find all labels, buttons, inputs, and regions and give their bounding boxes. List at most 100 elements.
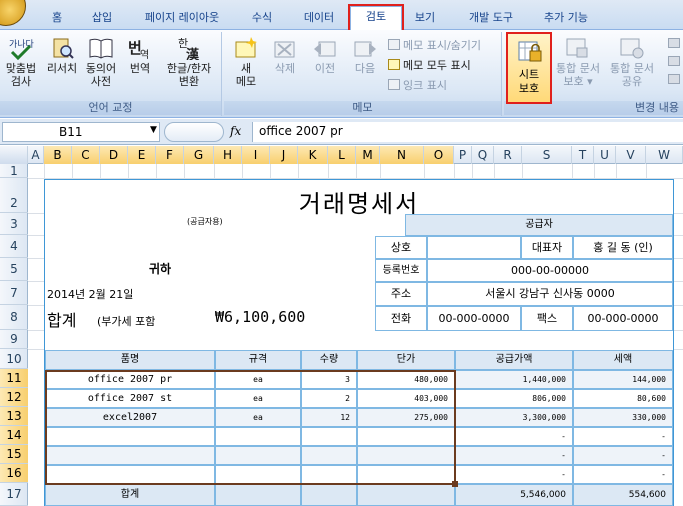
item-price[interactable]: 403,000 [357, 389, 455, 408]
new-comment-button[interactable]: 새 메모 [228, 36, 264, 88]
item-qty[interactable]: 2 [301, 389, 357, 408]
item-price[interactable]: 480,000 [357, 370, 455, 389]
supplier-fax[interactable]: 00-000-0000 [573, 306, 673, 331]
name-box[interactable]: B11 [2, 122, 160, 142]
show-hide-comment-button[interactable]: 메모 표시/숨기기 [388, 38, 481, 53]
col-header-q[interactable]: Q [472, 146, 494, 164]
spelling-button[interactable]: 가나다 맞춤법 검사 [2, 36, 40, 88]
show-ink-button[interactable]: 잉크 표시 [388, 78, 447, 93]
item-spec[interactable] [215, 465, 301, 484]
item-tax[interactable]: - [573, 427, 673, 446]
grand-total-amount[interactable]: ₩6,100,600 [215, 308, 305, 326]
item-qty[interactable]: 3 [301, 370, 357, 389]
translate-button[interactable]: 번역 번역 [120, 36, 160, 75]
fill-handle[interactable] [452, 481, 458, 487]
col-header-s[interactable]: S [522, 146, 572, 164]
tab-home[interactable]: 홈 [44, 8, 70, 30]
insert-function-icon[interactable]: fx [230, 124, 241, 138]
row-header-14[interactable]: 14 [0, 426, 28, 445]
tab-page-layout[interactable]: 페이지 레이아웃 [134, 8, 230, 30]
thesaurus-button[interactable]: 동의어 사전 [82, 36, 120, 88]
row-header-12[interactable]: 12 [0, 388, 28, 407]
item-spec[interactable]: ea [215, 389, 301, 408]
item-tax[interactable]: 144,000 [573, 370, 673, 389]
row-header-17[interactable]: 17 [0, 483, 28, 506]
item-spec[interactable]: ea [215, 370, 301, 389]
tab-formulas[interactable]: 수식 [244, 8, 280, 30]
row-header-13[interactable]: 13 [0, 407, 28, 426]
row-header-11[interactable]: 11 [0, 369, 28, 388]
row-header-3[interactable]: 3 [0, 213, 28, 235]
item-tax[interactable]: - [573, 465, 673, 484]
invoice-date[interactable]: 2014년 2월 21일 [47, 286, 133, 302]
col-header-k[interactable]: K [298, 146, 328, 164]
supplier-ceo[interactable]: 홍 길 동 (인) [573, 236, 673, 259]
next-comment-button[interactable]: 다음 [346, 36, 384, 75]
row-header-16[interactable]: 16 [0, 464, 28, 483]
col-header-r[interactable]: R [494, 146, 522, 164]
col-header-b[interactable]: B [44, 146, 72, 164]
protect-workbook-button[interactable]: 통합 문서 보호 ▾ [550, 36, 606, 88]
protect-share-icon[interactable] [668, 38, 680, 48]
col-header-h[interactable]: H [214, 146, 242, 164]
previous-comment-button[interactable]: 이전 [306, 36, 344, 75]
item-spec[interactable] [215, 427, 301, 446]
item-supply[interactable]: 1,440,000 [455, 370, 573, 389]
delete-comment-button[interactable]: 삭제 [268, 36, 302, 75]
formula-bar-splitter[interactable] [164, 122, 224, 142]
supplier-tel[interactable]: 00-000-0000 [427, 306, 521, 331]
tab-insert[interactable]: 삽입 [86, 8, 118, 30]
hangul-hanja-button[interactable]: 한漢 한글/한자 변환 [160, 36, 218, 88]
tab-view[interactable]: 보기 [408, 8, 442, 30]
col-header-c[interactable]: C [72, 146, 100, 164]
office-button[interactable] [0, 0, 26, 26]
col-header-l[interactable]: L [328, 146, 356, 164]
item-qty[interactable] [301, 446, 357, 465]
col-header-e[interactable]: E [128, 146, 156, 164]
col-header-j[interactable]: J [270, 146, 298, 164]
item-name[interactable]: office 2007 pr [45, 370, 215, 389]
select-all-corner[interactable] [0, 146, 28, 164]
row-header-15[interactable]: 15 [0, 445, 28, 464]
item-name[interactable] [45, 465, 215, 484]
name-box-dropdown-icon[interactable]: ▼ [150, 125, 157, 135]
item-price[interactable] [357, 446, 455, 465]
col-header-t[interactable]: T [572, 146, 594, 164]
tab-developer[interactable]: 개발 도구 [456, 8, 526, 30]
col-header-p[interactable]: P [454, 146, 472, 164]
show-all-comments-button[interactable]: 메모 모두 표시 [388, 58, 471, 73]
research-button[interactable]: 리서치 [42, 36, 82, 75]
supplier-addr[interactable]: 서울시 강남구 신사동 0000 [427, 282, 673, 306]
item-price[interactable] [357, 427, 455, 446]
sum-supply[interactable]: 5,546,000 [455, 484, 573, 506]
supplier-reg[interactable]: 000-00-00000 [427, 259, 673, 282]
item-name[interactable]: office 2007 st [45, 389, 215, 408]
formula-input[interactable]: office 2007 pr [252, 122, 683, 142]
tab-data[interactable]: 데이터 [294, 8, 344, 30]
item-supply[interactable]: 3,300,000 [455, 408, 573, 427]
col-header-v[interactable]: V [616, 146, 646, 164]
share-workbook-button[interactable]: 통합 문서 공유 [604, 36, 660, 88]
allow-edit-ranges-icon[interactable] [668, 56, 680, 66]
item-name[interactable]: excel2007 [45, 408, 215, 427]
col-header-a[interactable]: A [28, 146, 44, 164]
item-spec[interactable]: ea [215, 408, 301, 427]
tab-review[interactable]: 검토 [348, 4, 404, 33]
item-price[interactable] [357, 465, 455, 484]
item-price[interactable]: 275,000 [357, 408, 455, 427]
row-header-2[interactable]: 2 [0, 178, 28, 213]
row-header-10[interactable]: 10 [0, 349, 28, 369]
item-supply[interactable]: 806,000 [455, 389, 573, 408]
row-header-5[interactable]: 5 [0, 258, 28, 281]
col-header-w[interactable]: W [646, 146, 683, 164]
item-tax[interactable]: - [573, 446, 673, 465]
col-header-d[interactable]: D [100, 146, 128, 164]
row-header-7[interactable]: 7 [0, 281, 28, 305]
row-header-4[interactable]: 4 [0, 235, 28, 258]
item-supply[interactable]: - [455, 427, 573, 446]
row-header-9[interactable]: 9 [0, 330, 28, 349]
col-header-u[interactable]: U [594, 146, 616, 164]
row-header-8[interactable]: 8 [0, 305, 28, 330]
item-qty[interactable] [301, 427, 357, 446]
col-header-g[interactable]: G [184, 146, 214, 164]
